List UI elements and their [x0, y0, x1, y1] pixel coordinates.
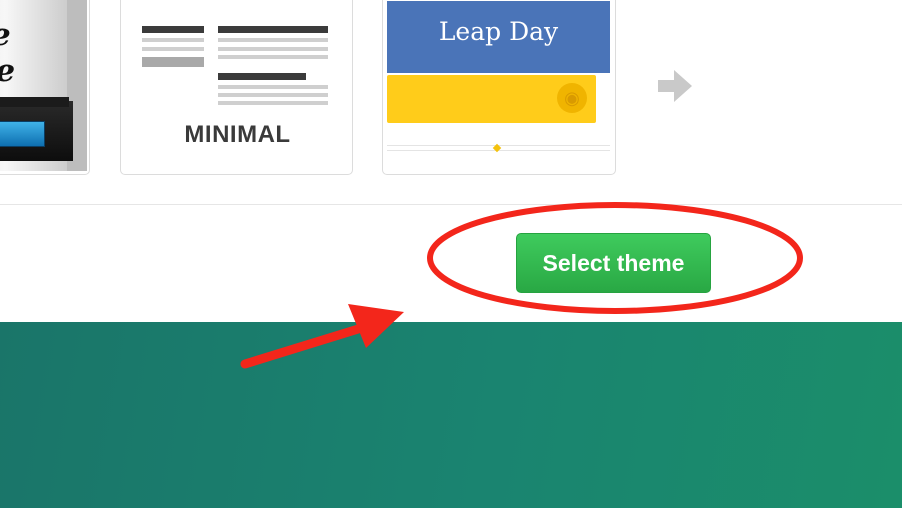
minimal-preview-bar — [218, 55, 328, 59]
time-machine-screen — [0, 121, 45, 147]
footer-banner — [0, 322, 902, 508]
leap-day-banner: ◉ — [387, 75, 596, 123]
minimal-preview-bar — [142, 57, 204, 67]
time-machine-title-line1: e — [0, 17, 11, 53]
arrow-right-icon[interactable] — [656, 68, 694, 104]
minimal-theme-label: MINIMAL — [184, 121, 291, 148]
minimal-preview-bar — [218, 73, 306, 80]
minimal-preview-bar — [142, 38, 204, 42]
minimal-preview-bar — [218, 47, 328, 51]
minimal-preview-bar — [218, 85, 328, 89]
github-octocat-icon: ◉ — [557, 83, 587, 113]
theme-card-minimal[interactable]: MINIMAL — [120, 0, 353, 175]
theme-card-leap-day[interactable]: Leap Day ◉ — [382, 0, 616, 175]
minimal-preview-bar — [142, 26, 204, 33]
leap-day-title: Leap Day — [438, 17, 559, 46]
minimal-preview-bar — [218, 38, 328, 42]
section-divider — [0, 204, 902, 205]
minimal-preview-bar — [218, 93, 328, 97]
time-machine-title-line2: ine — [0, 53, 15, 89]
minimal-preview-bar — [142, 47, 204, 51]
time-machine-device-image — [0, 97, 73, 161]
minimal-preview-bar — [218, 26, 328, 33]
theme-card-time-machine[interactable]: e ine — [0, 0, 90, 175]
select-theme-button[interactable]: Select theme — [516, 233, 711, 293]
minimal-preview-bar — [218, 101, 328, 105]
